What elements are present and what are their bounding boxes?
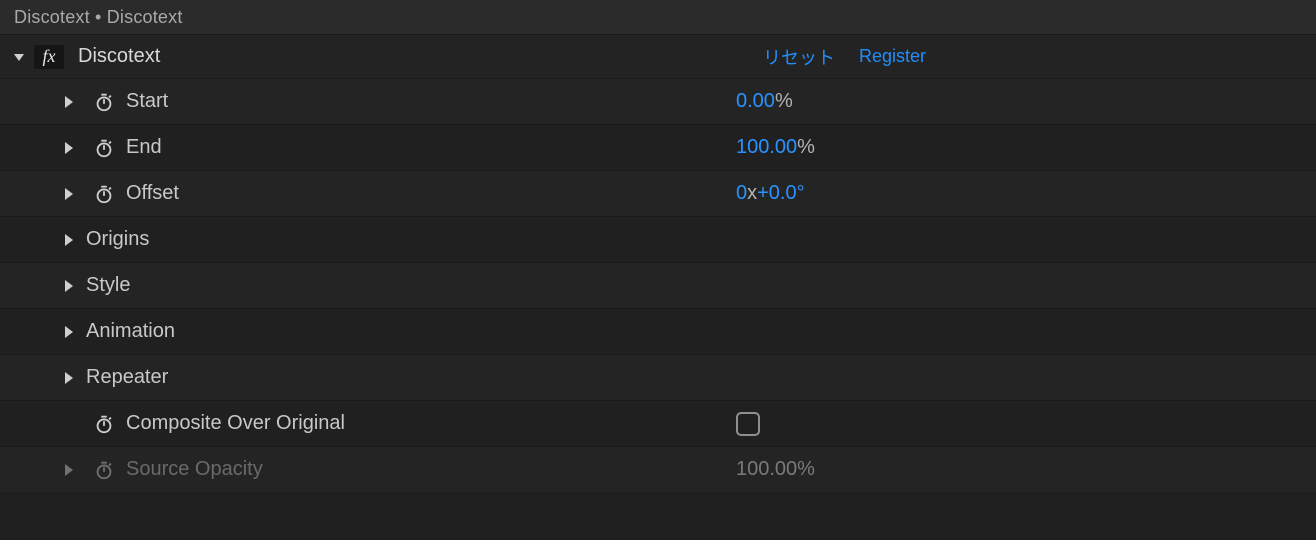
stopwatch-icon[interactable] xyxy=(93,137,115,159)
offset-degree-symbol: ° xyxy=(797,182,805,205)
property-label: Start xyxy=(126,90,168,113)
panel-title: Discotext • Discotext xyxy=(14,7,183,28)
source-opacity-unit: % xyxy=(797,458,815,481)
chevron-right-icon[interactable] xyxy=(62,187,74,201)
property-label: Origins xyxy=(86,228,149,251)
stopwatch-icon[interactable] xyxy=(93,183,115,205)
chevron-right-icon[interactable] xyxy=(62,371,74,385)
end-unit: % xyxy=(797,136,815,159)
property-row-style: Style xyxy=(0,262,1316,308)
property-row-repeater: Repeater xyxy=(0,354,1316,400)
property-row-animation: Animation xyxy=(0,308,1316,354)
chevron-right-icon[interactable] xyxy=(62,141,74,155)
stopwatch-icon[interactable] xyxy=(93,91,115,113)
property-row-end: End 100.00 % xyxy=(0,124,1316,170)
property-label: Style xyxy=(86,274,130,297)
property-label: Source Opacity xyxy=(126,458,263,481)
stopwatch-icon[interactable] xyxy=(93,413,115,435)
property-row-origins: Origins xyxy=(0,216,1316,262)
effect-controls-panel: Discotext • Discotext fx Discotext リセット … xyxy=(0,0,1316,540)
panel-header: Discotext • Discotext xyxy=(0,0,1316,34)
property-row-offset: Offset 0 x +0.0 ° xyxy=(0,170,1316,216)
effect-title-row: fx Discotext リセット Register xyxy=(0,34,1316,78)
property-label: End xyxy=(126,136,162,159)
composite-checkbox[interactable] xyxy=(736,412,760,436)
offset-revolutions[interactable]: 0 xyxy=(736,182,747,205)
property-row-composite: Composite Over Original xyxy=(0,400,1316,446)
reset-link[interactable]: リセット xyxy=(763,44,835,70)
chevron-right-icon[interactable] xyxy=(62,325,74,339)
offset-degrees[interactable]: +0.0 xyxy=(757,182,796,205)
property-label: Composite Over Original xyxy=(126,412,345,435)
register-link[interactable]: Register xyxy=(859,46,926,67)
chevron-right-icon[interactable] xyxy=(62,233,74,247)
start-value[interactable]: 0.00 xyxy=(736,90,775,113)
end-value[interactable]: 100.00 xyxy=(736,136,797,159)
property-row-source-opacity: Source Opacity 100.00 % xyxy=(0,446,1316,492)
property-label: Offset xyxy=(126,182,179,205)
chevron-right-icon[interactable] xyxy=(62,95,74,109)
effect-name[interactable]: Discotext xyxy=(78,45,160,68)
chevron-right-icon[interactable] xyxy=(62,463,74,477)
chevron-right-icon[interactable] xyxy=(62,279,74,293)
property-row-start: Start 0.00 % xyxy=(0,78,1316,124)
stopwatch-icon xyxy=(93,459,115,481)
property-label: Animation xyxy=(86,320,175,343)
property-rows: Start 0.00 % xyxy=(0,78,1316,492)
offset-x: x xyxy=(747,182,757,205)
property-label: Repeater xyxy=(86,366,168,389)
source-opacity-value: 100.00 xyxy=(736,458,797,481)
fx-enabled-badge[interactable]: fx xyxy=(34,45,64,69)
effect-actions: リセット Register xyxy=(763,44,1306,70)
effect-disclosure-toggle[interactable] xyxy=(10,48,28,66)
start-unit: % xyxy=(775,90,793,113)
